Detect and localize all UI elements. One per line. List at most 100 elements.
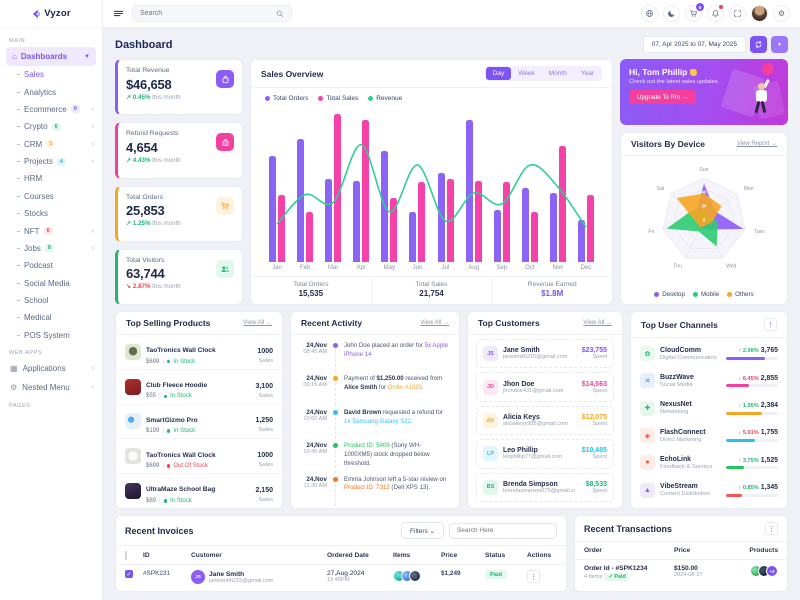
sidebar-item[interactable]: Social Media — [6, 275, 96, 292]
channel-delta: 0.85% — [743, 485, 759, 491]
date-range-picker[interactable]: 07, Apr 2025 to 07, May 2025 — [643, 36, 746, 53]
period-tab[interactable]: Month — [542, 67, 574, 80]
date-dropdown-button[interactable]: ▾ — [771, 36, 788, 53]
product-row[interactable]: SmartGizmo Pro $199|In Stock 1,250 Sales — [116, 405, 282, 440]
product-row[interactable]: Club Fleece Hoodie $55|In Stock 3,100 Sa… — [116, 370, 282, 405]
dark-mode-moon-icon[interactable] — [663, 5, 680, 22]
sidebar-item[interactable]: Jobs 8 › — [6, 240, 96, 257]
channel-row[interactable]: ✚ NexusNetNetworking ↑ 1.95%2,384 — [631, 395, 787, 422]
stat-card-total-orders[interactable]: Total Orders 25,853 ↗ 1.25% this month — [115, 186, 243, 242]
activity-item[interactable]: 24,Nov10:45 AM Product ID: 5409 (Sony WH… — [291, 439, 459, 472]
activity-item[interactable]: 24,Nov08:45 AM John Doe placed an order … — [291, 339, 459, 372]
channel-row[interactable]: ✿ CloudCommDigital Communication ↑ 2.98%… — [631, 340, 787, 367]
column-header-products[interactable]: Products — [736, 547, 778, 554]
invoice-row[interactable]: ✓ #SPK231 JS Jane Smithjanesmith215@gmai… — [116, 565, 566, 591]
sidebar-item-dashboards[interactable]: ⌂ Dashboards ▼ — [6, 47, 96, 66]
customer-amount: $14,563 — [582, 381, 607, 388]
column-header-price[interactable]: Price — [441, 552, 485, 559]
logo[interactable]: Vyzor — [0, 0, 102, 28]
timeline-dot — [333, 376, 338, 381]
sidebar-item[interactable]: NFT 6 › — [6, 222, 96, 239]
column-header-actions[interactable]: Actions — [527, 552, 557, 559]
column-header-id[interactable]: ID — [143, 552, 191, 559]
view-all-link[interactable]: View All → — [243, 320, 272, 326]
sidebar-item[interactable]: POS System — [6, 327, 96, 344]
product-row[interactable]: TaoTronics Wall Clock $699|Out Of Stock … — [116, 439, 282, 474]
column-header-items[interactable]: Items — [393, 552, 441, 559]
sidebar-item[interactable]: Podcast — [6, 257, 96, 274]
notifications-bell-icon[interactable] — [707, 5, 724, 22]
select-all-checkbox[interactable] — [125, 551, 127, 560]
channel-row[interactable]: ◈ FlashConnectDirect Marketing ↓ 5.91%1,… — [631, 422, 787, 449]
product-row[interactable]: TaoTronics Wall Clock $699|In Stock 1000… — [116, 335, 282, 370]
activity-item[interactable]: 24,Nov09:15 AM Payment of $1,250.00 rece… — [291, 372, 459, 405]
stat-card-total-visitors[interactable]: Total Visitors 63,744 ↘ 2.87% this month — [115, 249, 243, 305]
sidebar-item[interactable]: Courses — [6, 188, 96, 205]
sidebar-item[interactable]: Sales — [6, 66, 96, 83]
column-header-customer[interactable]: Customer — [191, 552, 327, 559]
sidebar-item-label: Applications — [23, 364, 66, 373]
sidebar-item[interactable]: Medical — [6, 309, 96, 326]
sidebar-item[interactable]: HRM — [6, 170, 96, 187]
sidebar-item[interactable]: Ecommerce 9 › — [6, 101, 96, 118]
more-options-icon[interactable]: ⋮ — [765, 522, 778, 535]
filters-button[interactable]: Filters ⌄ — [401, 522, 444, 539]
sidebar-item[interactable]: CRM 5 › — [6, 136, 96, 153]
period-tab[interactable]: Week — [511, 67, 542, 80]
product-row[interactable]: UltraMaze School Bag $89|In Stock 2,150 … — [116, 474, 282, 508]
section-label-webapps: WEB APPS — [9, 350, 93, 356]
customer-name: Leo Phillip — [503, 447, 562, 454]
period-tab[interactable]: Day — [486, 67, 512, 80]
customer-row[interactable]: JD Jhon Doejhondoe431@gmail.com $14,563S… — [476, 372, 614, 401]
sidebar-item[interactable]: Projects 4 › — [6, 153, 96, 170]
product-price: $55 — [146, 393, 156, 399]
date-refresh-button[interactable] — [750, 36, 767, 53]
user-avatar[interactable] — [751, 5, 768, 22]
fullscreen-icon[interactable] — [729, 5, 746, 22]
column-header-order[interactable]: Order — [584, 547, 674, 554]
transaction-row[interactable]: Order Id - #SPK1234 4 Items✓ Paid $150.0… — [575, 560, 787, 591]
customer-row[interactable]: BS Brenda Simpsonbrendasimpson075@gmail.… — [476, 473, 614, 502]
channel-row[interactable]: ● EchoLinkFeedback & Surveys ↑ 3.75%1,52… — [631, 449, 787, 476]
column-header-price[interactable]: Price — [674, 547, 736, 554]
language-globe-icon[interactable] — [641, 5, 658, 22]
sidebar-item[interactable]: Analytics — [6, 83, 96, 100]
cart-icon[interactable]: 5 — [685, 5, 702, 22]
settings-gear-icon[interactable]: ⚙ — [773, 5, 790, 22]
customer-row[interactable]: JS Jane Smithjanesmith215@gmail.com $23,… — [476, 339, 614, 368]
search-icon[interactable] — [276, 10, 284, 18]
chevron-right-icon: › — [92, 365, 94, 372]
activity-item[interactable]: 24,Nov11:30 AM Emma Johnson left a 5-sta… — [291, 473, 459, 506]
footer-label: Total Sales — [372, 281, 492, 288]
column-header-ordered-date[interactable]: Ordered Date — [327, 552, 393, 559]
sidebar-item[interactable]: Crypto 6 › — [6, 118, 96, 135]
stock-dot — [167, 429, 171, 433]
stat-card-refund-requests[interactable]: Refund Requests 4,654 ↗ 4.43% this month — [115, 122, 243, 178]
sidebar-item-label: HRM — [24, 174, 42, 183]
sidebar-item-badge: 6 — [44, 227, 53, 235]
column-header-status[interactable]: Status — [485, 552, 527, 559]
stat-card-total-revenue[interactable]: Total Revenue $46,658 ↗ 0.45% this month — [115, 59, 243, 115]
activity-item[interactable]: 24,Nov10:00 AM David Brown requested a r… — [291, 406, 459, 439]
search-input[interactable] — [140, 10, 276, 17]
row-actions-icon[interactable]: ⋮ — [527, 570, 540, 583]
view-report-link[interactable]: View Report → — [737, 141, 777, 147]
sidebar-item[interactable]: School — [6, 292, 96, 309]
channel-row[interactable]: ✕ BuzzWaveSocial Media ↓ 6.45%2,855 — [631, 367, 787, 394]
period-tab[interactable]: Year — [574, 67, 601, 80]
sidebar-item[interactable]: ▦ Applications › — [6, 359, 96, 378]
upgrade-to-pro-button[interactable]: Upgrade To Pro → — [629, 90, 696, 104]
view-all-link[interactable]: View All → — [420, 320, 449, 326]
view-all-link[interactable]: View All → — [583, 320, 612, 326]
stat-note: this month — [152, 94, 181, 101]
sidebar-item[interactable]: Stocks — [6, 205, 96, 222]
customer-row[interactable]: AK Alicia Keysaliciakeys995@gmail.com $1… — [476, 406, 614, 435]
invoice-search-input[interactable] — [449, 523, 557, 539]
customer-row[interactable]: LP Leo Phillipleophillip77@gmail.com $10… — [476, 439, 614, 468]
sidebar-item[interactable]: ⚙ Nested Menu › — [6, 378, 96, 397]
channel-row[interactable]: ▲ VibeStreamContent Distribution ↑ 0.85%… — [631, 477, 787, 504]
item-bullet-icon — [17, 317, 20, 318]
row-checkbox[interactable]: ✓ — [125, 570, 133, 578]
menu-icon[interactable] — [113, 8, 124, 19]
more-options-icon[interactable]: ⋮ — [764, 318, 777, 331]
